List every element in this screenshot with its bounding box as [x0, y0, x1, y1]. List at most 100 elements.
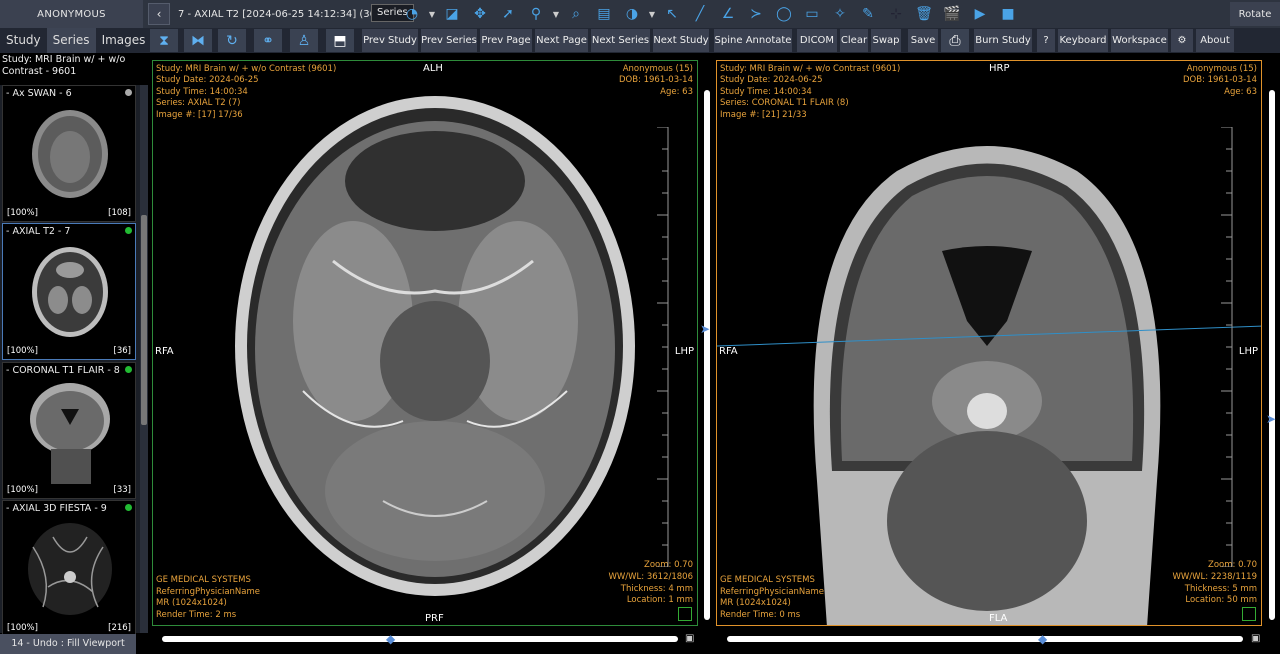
- dicom-button[interactable]: DICOM: [797, 29, 837, 52]
- thumbnail-percent: [100%]: [7, 346, 38, 356]
- person-icon[interactable]: ♙: [290, 29, 318, 52]
- help-button[interactable]: ?: [1037, 29, 1055, 52]
- overlay-render-time: Render Time: 2 ms: [156, 610, 237, 620]
- clear-button[interactable]: Clear: [840, 29, 868, 52]
- reset-icon[interactable]: ↻: [218, 29, 246, 52]
- angle-icon[interactable]: ∠: [714, 2, 742, 26]
- viewport-select-box[interactable]: [1242, 607, 1256, 621]
- tab-images[interactable]: Images: [96, 28, 152, 53]
- slider-knob[interactable]: ◆: [1038, 632, 1050, 646]
- delete-icon[interactable]: 🗑: [910, 2, 938, 26]
- image-slider-right[interactable]: [727, 636, 1243, 642]
- camera-icon[interactable]: ▣: [685, 633, 699, 645]
- rectangle-icon[interactable]: ▭: [798, 2, 826, 26]
- freehand-icon[interactable]: ✧: [826, 2, 854, 26]
- magnify-icon[interactable]: ⚲: [522, 2, 550, 26]
- flip-icon[interactable]: ⧓: [184, 29, 212, 52]
- overlay-study: Study: MRI Brain w/ + w/o Contrast (9601…: [156, 64, 337, 74]
- burn-study-button[interactable]: Burn Study: [974, 29, 1032, 52]
- window-level-icon[interactable]: ◪: [438, 2, 466, 26]
- orientation-left: RFA: [719, 346, 738, 357]
- vertical-scale-ruler: [657, 127, 669, 567]
- select-icon[interactable]: ↖: [658, 2, 686, 26]
- thumbnail-label: - CORONAL T1 FLAIR - 8: [6, 365, 120, 376]
- thumbnail-image: [28, 523, 112, 615]
- scrollbar-thumb[interactable]: [141, 215, 147, 425]
- overlay-window-level: WW/WL: 2238/1119: [1172, 572, 1257, 582]
- chevron-down-icon[interactable]: ▼: [550, 2, 562, 26]
- cobb-angle-icon[interactable]: ≻: [742, 2, 770, 26]
- keyboard-button[interactable]: Keyboard: [1058, 29, 1108, 52]
- series-thumbnail[interactable]: - AXIAL 3D FIESTA - 9 [100%] [216]: [2, 500, 136, 637]
- layout-icon[interactable]: ▤: [590, 2, 618, 26]
- pointer-icon[interactable]: ➤: [700, 322, 712, 336]
- spine-annotate-button[interactable]: Spine Annotate: [714, 29, 792, 52]
- link-icon[interactable]: ⚭: [254, 29, 282, 52]
- line-icon[interactable]: ╱: [686, 2, 714, 26]
- overlay-modality: MR (1024x1024): [720, 598, 791, 608]
- chevron-down-icon[interactable]: ▼: [646, 2, 658, 26]
- ellipse-icon[interactable]: ◯: [770, 2, 798, 26]
- vertical-scale-ruler: [1221, 127, 1233, 567]
- swap-button[interactable]: Swap: [871, 29, 901, 52]
- probe-icon[interactable]: ⊹: [882, 2, 910, 26]
- gear-icon[interactable]: ⚙: [1171, 29, 1193, 52]
- thumbnail-count: [216]: [108, 623, 131, 633]
- image-slider-left[interactable]: [162, 636, 678, 642]
- viewport-left[interactable]: Study: MRI Brain w/ + w/o Contrast (9601…: [152, 60, 698, 626]
- undo-status[interactable]: 14 - Undo : Fill Viewport: [0, 634, 136, 654]
- zoom-region-icon[interactable]: ⌕: [562, 2, 590, 26]
- next-page-button[interactable]: Next Page: [535, 29, 588, 52]
- rotate-button[interactable]: Rotate: [1230, 2, 1280, 26]
- thumbnail-percent: [100%]: [7, 623, 38, 633]
- status-dot: [125, 89, 132, 96]
- overlay-dob: DOB: 1961-03-14: [618, 75, 693, 85]
- thumbnail-scrollbar[interactable]: [140, 85, 148, 633]
- hourglass-icon[interactable]: ⧗: [150, 29, 178, 52]
- overlay-image-number: Image #: [17] 17/36: [156, 110, 243, 120]
- viewport-select-box[interactable]: [678, 607, 692, 621]
- print-icon[interactable]: ⎙: [941, 29, 969, 52]
- next-study-button[interactable]: Next Study: [653, 29, 709, 52]
- back-button[interactable]: ‹: [148, 3, 170, 25]
- chevron-down-icon[interactable]: ▼: [426, 2, 438, 26]
- clapper-icon[interactable]: 🎬: [938, 2, 966, 26]
- next-series-button[interactable]: Next Series: [591, 29, 650, 52]
- tab-study[interactable]: Study: [0, 28, 47, 53]
- workspace-button[interactable]: Workspace: [1111, 29, 1168, 52]
- series-thumbnail[interactable]: - Ax SWAN - 6 [100%] [108]: [2, 85, 136, 222]
- viewport-left-scroll[interactable]: [704, 90, 710, 620]
- pointer-icon[interactable]: ➚: [494, 2, 522, 26]
- save-button[interactable]: Save: [908, 29, 938, 52]
- series-thumbnail[interactable]: - AXIAL T2 - 7 [100%] [36]: [2, 223, 136, 360]
- thumbnail-image: [32, 247, 108, 337]
- pointer-icon[interactable]: ➤: [1266, 412, 1278, 426]
- annotate-icon[interactable]: ✎: [854, 2, 882, 26]
- thumbnail-label: - AXIAL 3D FIESTA - 9: [6, 503, 107, 514]
- prev-study-button[interactable]: Prev Study: [362, 29, 418, 52]
- slider-knob[interactable]: ◆: [386, 632, 398, 646]
- play-icon[interactable]: ▶: [966, 2, 994, 26]
- prev-series-button[interactable]: Prev Series: [421, 29, 477, 52]
- about-button[interactable]: About: [1196, 29, 1234, 52]
- tab-series[interactable]: Series: [46, 28, 96, 53]
- overlay-window-level: WW/WL: 3612/1806: [608, 572, 693, 582]
- stop-icon[interactable]: ■: [994, 2, 1022, 26]
- series-thumbnail[interactable]: - CORONAL T1 FLAIR - 8 [100%] [33]: [2, 362, 136, 499]
- overlay-physician: ReferringPhysicianName: [156, 587, 261, 597]
- study-label: Study: MRI Brain w/ + w/o Contrast - 960…: [2, 54, 126, 77]
- pan-icon[interactable]: ✥: [466, 2, 494, 26]
- status-dot: [125, 504, 132, 511]
- camera-icon[interactable]: ▣: [1251, 633, 1265, 645]
- thumbnail-image: [32, 110, 108, 198]
- export-icon[interactable]: ⬒: [326, 29, 354, 52]
- cine-icon[interactable]: ◔: [398, 2, 426, 26]
- viewport-right[interactable]: Study: MRI Brain w/ + w/o Contrast (9601…: [716, 60, 1262, 626]
- invert-icon[interactable]: ◑: [618, 2, 646, 26]
- overlay-series: Series: AXIAL T2 (7): [156, 98, 241, 108]
- viewport-right-scroll[interactable]: [1269, 90, 1275, 620]
- orientation-bottom: PRF: [425, 613, 444, 624]
- orientation-right: LHP: [1238, 346, 1258, 357]
- prev-page-button[interactable]: Prev Page: [480, 29, 532, 52]
- thumbnail-label: - Ax SWAN - 6: [6, 88, 72, 99]
